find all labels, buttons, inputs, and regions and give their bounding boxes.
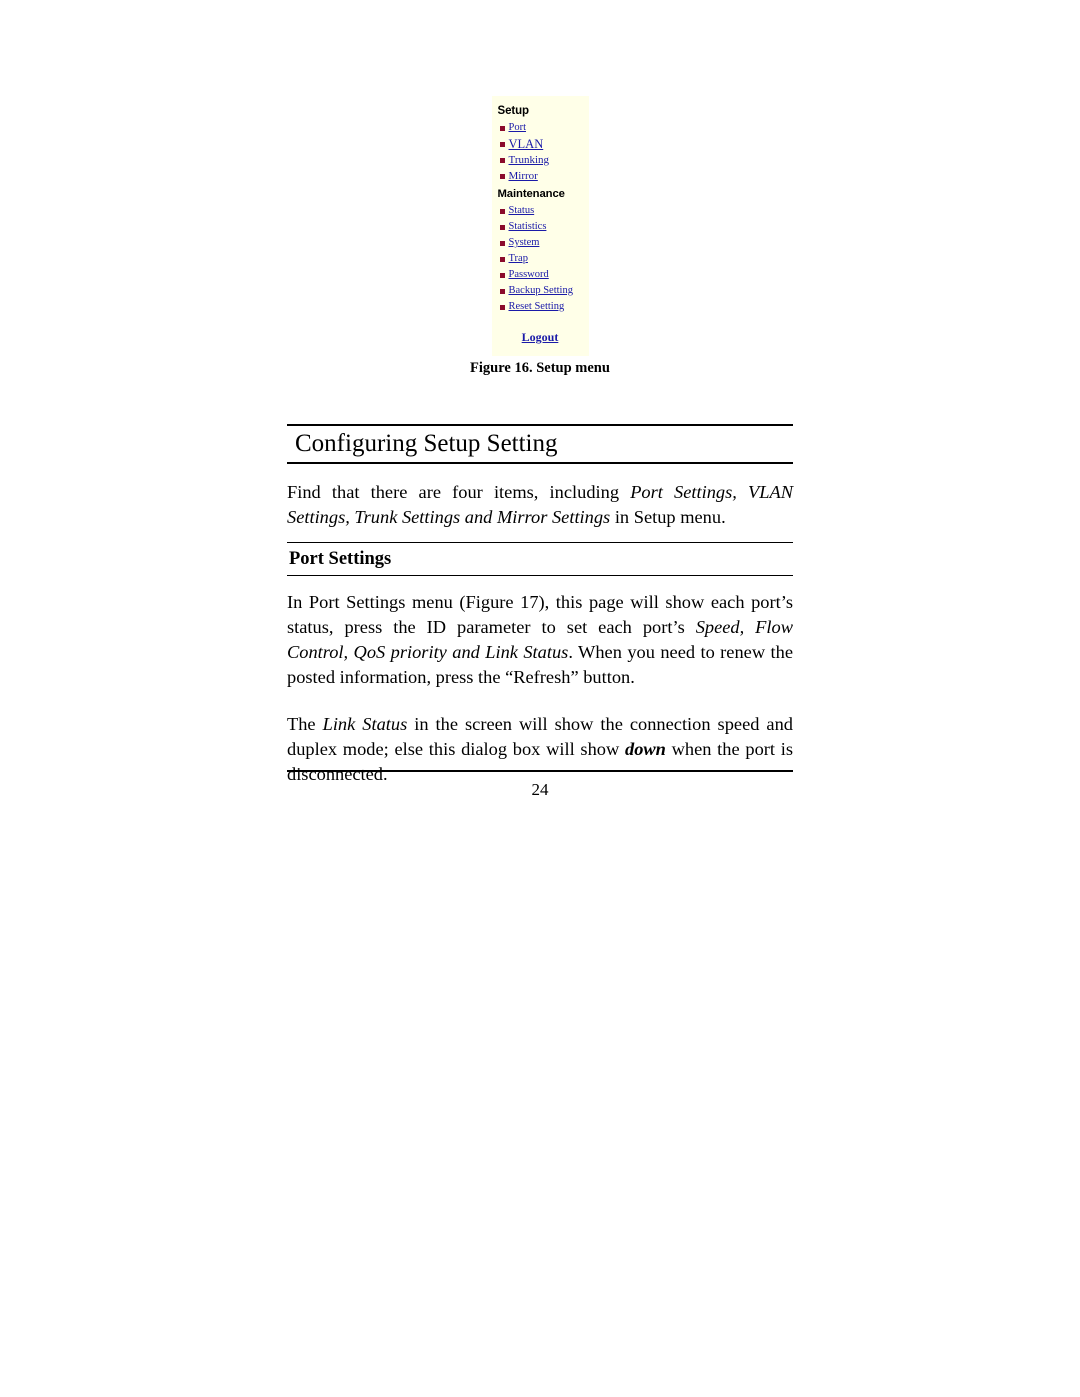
menu-item-reset-setting[interactable]: Reset Setting — [499, 300, 589, 314]
menu-item-label[interactable]: Password — [509, 268, 549, 282]
square-bullet-icon — [499, 208, 505, 214]
heading-rule-bottom — [287, 462, 793, 464]
square-bullet-icon — [499, 157, 505, 163]
link-part1: The — [287, 714, 323, 734]
square-bullet-icon — [499, 256, 505, 262]
menu-item-trunking[interactable]: Trunking — [499, 153, 589, 167]
menu-item-label[interactable]: Trap — [509, 252, 528, 266]
section-rule-bottom — [287, 575, 793, 576]
menu-item-label[interactable]: Mirror — [509, 169, 538, 183]
square-bullet-icon — [499, 125, 505, 131]
menu-item-label[interactable]: Port — [509, 121, 527, 135]
menu-item-label[interactable]: System — [509, 236, 540, 250]
menu-item-label[interactable]: Status — [509, 204, 535, 218]
menu-item-trap[interactable]: Trap — [499, 252, 589, 266]
heading-rule-top — [287, 424, 793, 426]
menu-item-vlan[interactable]: VLAN — [499, 137, 589, 151]
link-italic: Link Status — [322, 714, 408, 734]
menu-item-label[interactable]: Statistics — [509, 220, 547, 234]
section-heading: Port Settings — [289, 549, 392, 569]
menu-item-statistics[interactable]: Statistics — [499, 220, 589, 234]
square-bullet-icon — [499, 173, 505, 179]
menu-item-label[interactable]: VLAN — [509, 137, 544, 151]
menu-item-label[interactable]: Backup Setting — [509, 284, 573, 298]
link-bolditalic: down — [625, 739, 666, 759]
footer-rule — [287, 770, 793, 772]
menu-item-status[interactable]: Status — [499, 204, 589, 218]
intro-tail: in Setup menu. — [610, 507, 726, 527]
square-bullet-icon — [499, 272, 505, 278]
menu-item-label[interactable]: Reset Setting — [509, 300, 565, 314]
square-bullet-icon — [499, 288, 505, 294]
section-rule-top — [287, 542, 793, 543]
logout-row: Logout — [498, 328, 589, 346]
page-footer: 24 — [287, 770, 793, 800]
menu-group-title-maintenance: Maintenance — [497, 188, 565, 200]
setup-menu-panel: Setup Port VLAN Trunking Mirror Maintena… — [491, 96, 589, 356]
menu-item-label[interactable]: Trunking — [509, 153, 550, 167]
figure-16-block: Setup Port VLAN Trunking Mirror Maintena… — [0, 96, 1080, 377]
figure-caption: Figure 16. Setup menu — [470, 360, 610, 376]
menu-item-port[interactable]: Port — [499, 121, 589, 135]
square-bullet-icon — [499, 141, 505, 147]
square-bullet-icon — [499, 240, 505, 246]
page-number: 24 — [531, 780, 549, 799]
intro-lead: Find that there are four items, includin… — [287, 482, 631, 502]
page-content: Configuring Setup Setting Find that ther… — [287, 424, 793, 787]
menu-item-backup-setting[interactable]: Backup Setting — [499, 284, 589, 298]
port-settings-paragraph: In Port Settings menu (Figure 17), this … — [287, 590, 793, 690]
square-bullet-icon — [499, 304, 505, 310]
menu-group-title-setup: Setup — [497, 105, 530, 117]
square-bullet-icon — [499, 224, 505, 230]
page-title: Configuring Setup Setting — [295, 430, 558, 457]
menu-item-system[interactable]: System — [499, 236, 589, 250]
menu-item-mirror[interactable]: Mirror — [499, 169, 589, 183]
logout-link[interactable]: Logout — [522, 330, 559, 344]
intro-paragraph: Find that there are four items, includin… — [287, 480, 793, 530]
menu-item-password[interactable]: Password — [499, 268, 589, 282]
